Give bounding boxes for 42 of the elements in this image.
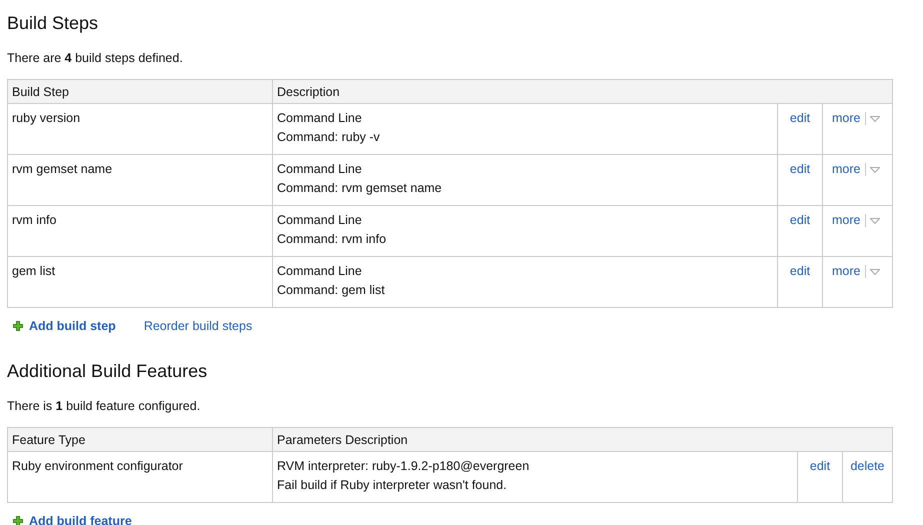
column-header: Build Step <box>8 80 272 104</box>
description-line: Command Line <box>277 110 363 127</box>
section-title: Additional Build Features <box>7 361 208 382</box>
edit-link[interactable]: edit <box>790 213 810 227</box>
column-header: Parameters Description <box>272 428 892 452</box>
column-header: Feature Type <box>8 428 272 452</box>
dropdown-caret-icon[interactable] <box>870 167 880 173</box>
more-link[interactable]: more <box>832 213 860 227</box>
delete-link[interactable]: delete <box>850 459 885 473</box>
section-title: Build Steps <box>7 13 100 34</box>
description-line: Command: gem list <box>277 282 386 299</box>
description-line: RVM interpreter: ruby-1.9.2-p180@evergreen <box>277 458 530 475</box>
description-line: Command: ruby -v <box>277 129 381 146</box>
description-line: Command Line <box>277 161 363 178</box>
dropdown-caret-icon[interactable] <box>870 218 880 224</box>
plus-icon <box>13 321 23 331</box>
edit-link[interactable]: edit <box>790 264 810 278</box>
table-cell: Ruby environment configurator <box>12 459 183 473</box>
plus-icon <box>13 516 23 525</box>
table-cell: ruby version <box>12 111 80 125</box>
summary-text: There is 1 build feature configured. <box>7 399 202 413</box>
dropdown-caret-icon[interactable] <box>870 269 880 275</box>
column-header: Description <box>272 80 892 104</box>
description-line: Command: rvm gemset name <box>277 180 443 197</box>
more-link[interactable]: more <box>832 162 860 176</box>
description-line: Command Line <box>277 212 363 229</box>
table-cell: gem list <box>12 264 56 278</box>
add-build-step-link[interactable]: Add build step <box>13 319 116 333</box>
summary-text: There are 4 build steps defined. <box>7 51 184 65</box>
table-cell: rvm info <box>12 213 56 227</box>
table-cell: rvm gemset name <box>12 162 112 176</box>
add-build-feature-link[interactable]: Add build feature <box>13 514 132 525</box>
edit-link[interactable]: edit <box>790 111 810 125</box>
reorder-link[interactable]: Reorder build steps <box>144 319 252 333</box>
description-line: Command Line <box>277 263 363 280</box>
description-line: Command: rvm info <box>277 231 388 248</box>
description-line: Fail build if Ruby interpreter wasn't found. <box>277 477 508 494</box>
more-link[interactable]: more <box>832 111 860 125</box>
more-link[interactable]: more <box>832 264 860 278</box>
dropdown-caret-icon[interactable] <box>870 116 880 122</box>
edit-link[interactable]: edit <box>810 459 830 473</box>
edit-link[interactable]: edit <box>790 162 810 176</box>
